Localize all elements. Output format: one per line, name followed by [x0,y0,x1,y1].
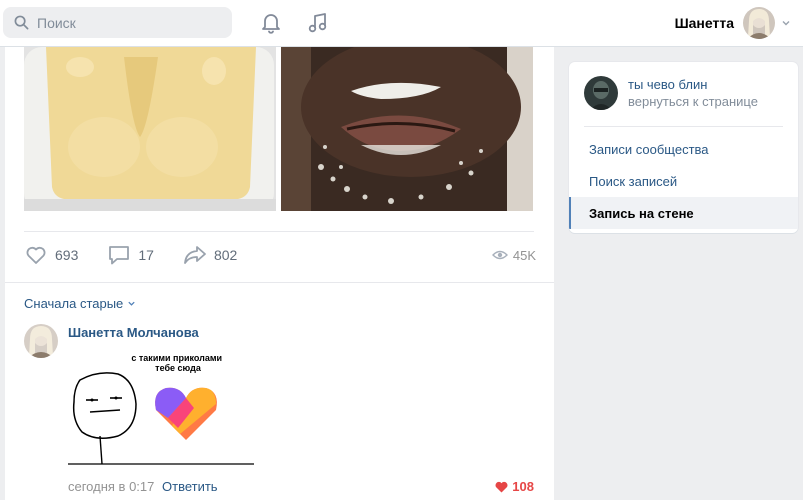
right-nav-menu: ты чево блин вернуться к странице Записи… [569,62,798,233]
comments-sort-dropdown[interactable]: Сначала старые [24,296,136,311]
heart-filled-icon [495,481,508,492]
community-link[interactable]: ты чево блин вернуться к странице [584,76,758,110]
menu-item-community-posts[interactable]: Записи сообщества [569,133,798,165]
music-icon[interactable] [306,11,330,35]
comment-time[interactable]: сегодня в 0:17 [68,479,154,494]
comment-like-button[interactable]: 108 [495,479,534,494]
menu-divider [584,126,783,127]
comments-divider [5,282,554,283]
search-box[interactable] [3,7,232,38]
top-header: Шанетта [0,0,803,47]
menu-item-search-posts[interactable]: Поиск записей [569,165,798,197]
comment-sticker: с такими приколами тебе сюда [68,350,254,474]
user-menu[interactable]: Шанетта [675,6,791,40]
share-button[interactable]: 802 [183,243,237,267]
post-card: 693 17 802 45K Сначала старые Шанетта Мо… [5,47,554,500]
like-button[interactable]: 693 [24,243,78,267]
views-count: 45K [512,247,536,263]
share-count: 802 [213,247,238,263]
comment-count: 17 [138,247,154,263]
heart-icon [26,246,46,264]
chevron-down-icon [128,301,135,306]
sort-label: Сначала старые [24,296,124,311]
comment-button[interactable]: 17 [107,243,154,267]
sticker-text: с такими приколами тебе сюда [131,353,224,373]
post-actions: 693 17 802 45K [24,243,536,267]
post-photo-butter[interactable] [24,47,276,211]
search-icon [14,15,29,30]
avatar [743,7,775,39]
post-photo-face[interactable] [281,47,533,211]
reply-link[interactable]: Ответить [162,479,218,494]
user-name: Шанетта [674,15,734,31]
post-divider [24,231,534,232]
eye-icon [491,250,508,260]
menu-item-wall-post[interactable]: Запись на стене [569,197,798,229]
community-avatar [584,76,618,110]
comment-like-count: 108 [512,479,534,494]
comment-icon [109,246,130,265]
views-counter: 45K [491,247,536,263]
search-input[interactable] [37,14,217,31]
community-title: ты чево блин [628,77,708,92]
share-icon [184,246,206,264]
bell-icon[interactable] [259,11,283,35]
comment-avatar[interactable] [24,324,58,358]
comment-meta: сегодня в 0:17 Ответить [68,479,218,494]
like-count: 693 [55,247,79,263]
chevron-down-icon [782,21,790,26]
back-to-page-label: вернуться к странице [628,94,758,109]
comment-author[interactable]: Шанетта Молчанова [68,325,199,340]
